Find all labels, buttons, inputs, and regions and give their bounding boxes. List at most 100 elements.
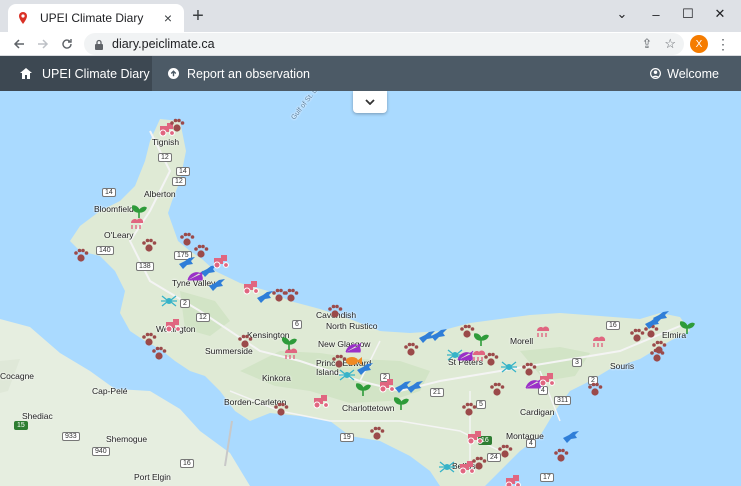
road-shield: 16 bbox=[606, 321, 620, 330]
bookmark-star-icon[interactable]: ☆ bbox=[664, 36, 676, 52]
paw-observation-icon[interactable] bbox=[326, 303, 344, 319]
road-shield: 933 bbox=[62, 432, 80, 441]
road-shield: 14 bbox=[102, 188, 116, 197]
user-circle-icon bbox=[650, 68, 662, 79]
lock-icon bbox=[95, 39, 103, 50]
paw-observation-icon[interactable] bbox=[496, 443, 514, 459]
browser-tab[interactable]: UPEI Climate Diary × bbox=[8, 4, 184, 32]
paw-observation-icon[interactable] bbox=[552, 447, 570, 463]
place-label: O'Leary bbox=[104, 230, 134, 240]
road-shield: 4 bbox=[526, 439, 536, 448]
tractor-observation-icon[interactable] bbox=[538, 371, 556, 387]
arrow-up-circle-icon bbox=[168, 68, 179, 79]
report-observation-link[interactable]: Report an observation bbox=[168, 56, 310, 91]
place-label: Morell bbox=[510, 336, 534, 346]
tab-search-dropdown-button[interactable]: ⌄ bbox=[606, 0, 638, 28]
storm-observation-icon[interactable] bbox=[128, 215, 146, 231]
road-shield: 12 bbox=[196, 313, 210, 322]
paw-observation-icon[interactable] bbox=[460, 401, 478, 417]
address-bar[interactable]: diary.peiclimate.ca ⇪ ☆ bbox=[84, 33, 684, 55]
bird-observation-icon[interactable] bbox=[430, 327, 448, 343]
paw-observation-icon[interactable] bbox=[586, 381, 604, 397]
spider-observation-icon[interactable] bbox=[438, 459, 456, 475]
reload-button[interactable] bbox=[56, 33, 78, 55]
paw-observation-icon[interactable] bbox=[470, 455, 488, 471]
browser-menu-icon[interactable]: ⋮ bbox=[716, 34, 730, 54]
bird-observation-icon[interactable] bbox=[406, 379, 424, 395]
place-label: Shediac bbox=[22, 411, 53, 421]
app-navbar: UPEI Climate Diary Report an observation… bbox=[0, 56, 741, 91]
place-label: Cocagne bbox=[0, 371, 35, 381]
spider-observation-icon[interactable] bbox=[160, 293, 178, 309]
report-label: Report an observation bbox=[187, 66, 310, 81]
plant-observation-icon[interactable] bbox=[472, 331, 490, 347]
bird-observation-icon[interactable] bbox=[652, 309, 670, 325]
storm-observation-icon[interactable] bbox=[534, 323, 552, 339]
back-button[interactable] bbox=[8, 33, 30, 55]
plant-observation-icon[interactable] bbox=[280, 335, 298, 351]
paw-observation-icon[interactable] bbox=[150, 345, 168, 361]
place-label: Bloomfield bbox=[94, 204, 134, 214]
plant-observation-icon[interactable] bbox=[392, 395, 410, 411]
road-shield: 6 bbox=[292, 320, 302, 329]
place-label: Alberton bbox=[144, 189, 176, 199]
plant-observation-icon[interactable] bbox=[678, 319, 696, 335]
tractor-observation-icon[interactable] bbox=[466, 429, 484, 445]
road-shield: 2 bbox=[180, 299, 190, 308]
tab-close-button[interactable]: × bbox=[160, 10, 176, 26]
road-shield: 12 bbox=[158, 153, 172, 162]
minimize-button[interactable]: – bbox=[640, 0, 672, 28]
plant-observation-icon[interactable] bbox=[354, 381, 372, 397]
arrow-left-icon bbox=[13, 39, 24, 49]
browser-tab-strip: UPEI Climate Diary × + ⌄ – ☐ ✕ bbox=[0, 0, 741, 32]
road-shield: 15 bbox=[14, 421, 28, 430]
close-window-button[interactable]: ✕ bbox=[704, 0, 736, 28]
tractor-observation-icon[interactable] bbox=[504, 473, 522, 486]
paw-observation-icon[interactable] bbox=[368, 425, 386, 441]
place-label: Cap-Pelé bbox=[92, 386, 128, 396]
paw-observation-icon[interactable] bbox=[272, 401, 290, 417]
share-icon[interactable]: ⇪ bbox=[641, 36, 652, 52]
bird-observation-icon[interactable] bbox=[562, 429, 580, 445]
bird-observation-icon[interactable] bbox=[208, 277, 226, 293]
road-shield: 3 bbox=[572, 358, 582, 367]
paw-observation-icon[interactable] bbox=[650, 339, 668, 355]
place-label: Montague bbox=[506, 431, 544, 441]
arrow-right-icon bbox=[38, 39, 49, 49]
observation-map[interactable]: Gulf of St. L Tignish Alberton Bloomfiel… bbox=[0, 91, 741, 486]
paw-observation-icon[interactable] bbox=[168, 117, 186, 133]
home-link[interactable]: UPEI Climate Diary bbox=[0, 56, 152, 91]
chevron-down-icon bbox=[365, 99, 375, 105]
road-shield: 14 bbox=[176, 167, 190, 176]
forward-button[interactable] bbox=[32, 33, 54, 55]
paw-observation-icon[interactable] bbox=[72, 247, 90, 263]
paw-observation-icon[interactable] bbox=[482, 351, 500, 367]
map-pin-favicon-icon bbox=[19, 12, 27, 24]
road-shield: 21 bbox=[430, 388, 444, 397]
url-text: diary.peiclimate.ca bbox=[112, 37, 215, 51]
road-shield: 17 bbox=[540, 473, 554, 482]
paw-observation-icon[interactable] bbox=[488, 381, 506, 397]
maximize-button[interactable]: ☐ bbox=[672, 0, 704, 28]
place-label: Shemogue bbox=[106, 434, 148, 444]
road-shield: 311 bbox=[554, 396, 572, 405]
tractor-observation-icon[interactable] bbox=[212, 253, 230, 269]
paw-observation-icon[interactable] bbox=[236, 333, 254, 349]
paw-observation-icon[interactable] bbox=[282, 287, 300, 303]
paw-observation-icon[interactable] bbox=[140, 237, 158, 253]
tractor-observation-icon[interactable] bbox=[312, 393, 330, 409]
road-shield: 140 bbox=[96, 246, 114, 255]
bird-observation-icon[interactable] bbox=[356, 361, 374, 377]
welcome-user-menu[interactable]: Welcome bbox=[650, 56, 719, 91]
spider-observation-icon[interactable] bbox=[500, 359, 518, 375]
new-tab-button[interactable]: + bbox=[188, 6, 208, 27]
road-shield: 940 bbox=[92, 447, 110, 456]
storm-observation-icon[interactable] bbox=[590, 333, 608, 349]
welcome-label: Welcome bbox=[667, 66, 719, 81]
expand-panel-button[interactable] bbox=[353, 91, 387, 113]
tractor-observation-icon[interactable] bbox=[164, 317, 182, 333]
road-shield: 19 bbox=[340, 433, 354, 442]
place-label: Kinkora bbox=[262, 373, 291, 383]
profile-avatar[interactable]: X bbox=[690, 35, 708, 53]
place-label: Cardigan bbox=[520, 407, 555, 417]
